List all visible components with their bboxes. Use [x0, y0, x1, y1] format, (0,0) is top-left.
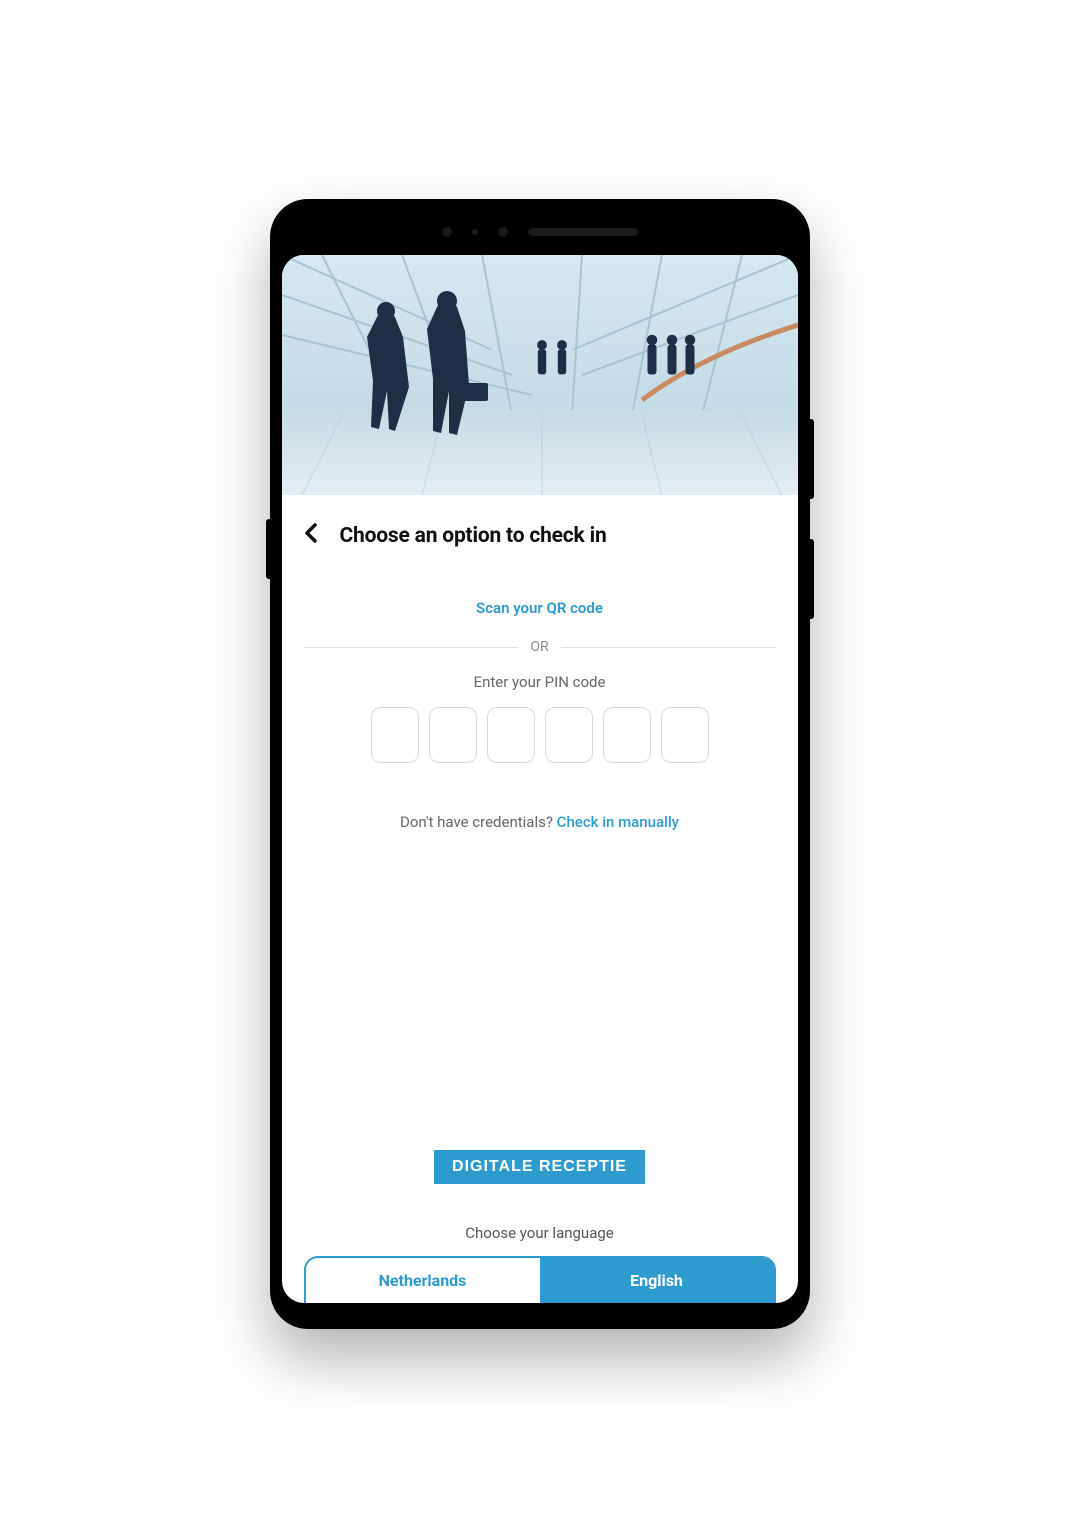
pin-digit-3[interactable]: [487, 707, 535, 763]
pin-prompt: Enter your PIN code: [304, 673, 776, 691]
sensor-dot: [442, 227, 452, 237]
divider-label: OR: [530, 639, 548, 655]
language-prompt: Choose your language: [304, 1224, 776, 1242]
language-toggle: Netherlands English: [304, 1256, 776, 1303]
divider-line: [304, 647, 519, 648]
manual-checkin-row: Don't have credentials? Check in manuall…: [304, 813, 776, 831]
back-icon[interactable]: [304, 523, 318, 549]
hero-image: [282, 255, 798, 495]
divider: OR: [304, 639, 776, 655]
app-screen: Choose an option to check in Scan your Q…: [282, 255, 798, 1303]
pin-digit-6[interactable]: [661, 707, 709, 763]
language-option-english[interactable]: English: [540, 1258, 774, 1303]
sensor-dot: [472, 229, 478, 235]
pin-digit-1[interactable]: [371, 707, 419, 763]
page-title: Choose an option to check in: [340, 524, 607, 548]
main-content: Choose an option to check in Scan your Q…: [282, 495, 798, 1303]
manual-prefix: Don't have credentials?: [400, 813, 557, 831]
phone-sensors: [282, 217, 798, 247]
phone-side-button: [266, 519, 270, 579]
speaker-grille: [528, 228, 638, 236]
manual-checkin-link[interactable]: Check in manually: [557, 813, 679, 831]
phone-side-button: [810, 419, 814, 499]
title-row: Choose an option to check in: [304, 523, 776, 549]
divider-line: [561, 647, 776, 648]
pin-input-row: [304, 707, 776, 763]
pin-digit-5[interactable]: [603, 707, 651, 763]
sensor-dot: [498, 227, 508, 237]
pin-digit-2[interactable]: [429, 707, 477, 763]
scan-qr-link[interactable]: Scan your QR code: [304, 599, 776, 617]
phone-frame: Choose an option to check in Scan your Q…: [270, 199, 810, 1329]
brand-badge: DIGITALE RECEPTIE: [434, 1150, 645, 1184]
language-option-netherlands[interactable]: Netherlands: [306, 1258, 540, 1303]
phone-side-button: [810, 539, 814, 619]
pin-digit-4[interactable]: [545, 707, 593, 763]
